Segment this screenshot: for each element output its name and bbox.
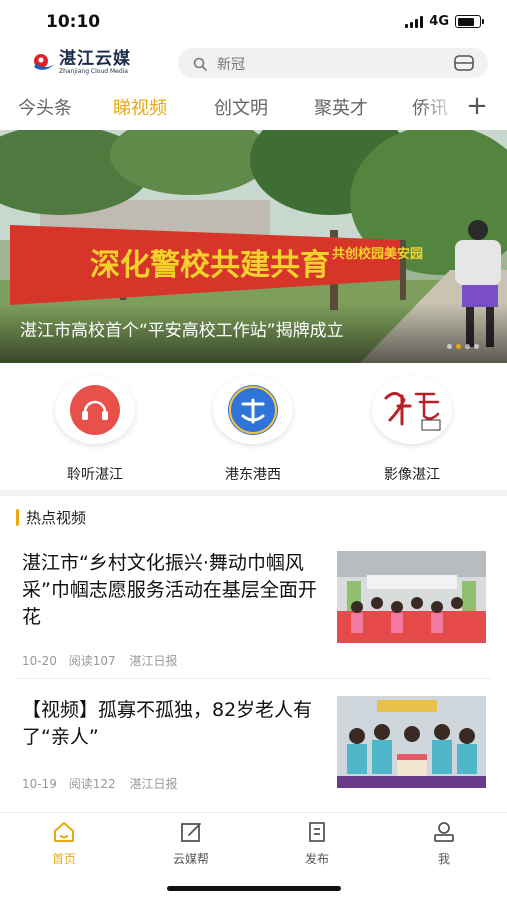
battery-icon: [455, 15, 484, 28]
news-date: 10-19: [22, 777, 57, 791]
search-icon: [193, 56, 207, 75]
scan-icon[interactable]: [454, 55, 474, 75]
entry-listen[interactable]: 聆听湛江: [40, 376, 150, 484]
tab-civilization[interactable]: 创文明: [214, 94, 268, 120]
news-title[interactable]: 湛江市“乡村文化振兴·舞动巾帼风采”巾帼志愿服务活动在基层全面开花: [22, 550, 322, 631]
section-divider: [0, 490, 507, 496]
publish-icon: [277, 821, 357, 845]
logo-subtext: Zhanjiang Cloud Media: [59, 68, 128, 75]
banner-caption[interactable]: 湛江市高校首个“平安高校工作站”揭牌成立: [20, 316, 344, 341]
news-meta: 10-20 阅读107 湛江日报: [22, 652, 177, 669]
status-time: 10:10: [46, 12, 101, 32]
section-header: 热点视频: [16, 506, 86, 528]
home-icon: [24, 821, 104, 845]
app-header: 湛江云媒 Zhanjiang Cloud Media 新冠: [0, 44, 507, 84]
banner-scene-text: 深化警校共建共育: [90, 248, 330, 283]
banner-scene-text-small: 共创校园美安园: [332, 246, 423, 262]
carousel-indicator: [447, 344, 479, 349]
entry-harbor[interactable]: 港东港西: [198, 376, 308, 484]
nav-publish[interactable]: 发布: [277, 821, 357, 867]
channel-tabs: 今头条 睇视频 创文明 聚英才 侨讯 +: [0, 90, 507, 126]
carousel-dot[interactable]: [447, 344, 452, 349]
news-source: 湛江日报: [129, 777, 178, 791]
carousel-dot[interactable]: [456, 344, 461, 349]
nav-publish-label: 发布: [304, 852, 329, 866]
listen-icon: [70, 385, 120, 435]
news-reads: 阅读107: [68, 654, 116, 668]
news-reads: 阅读122: [68, 777, 116, 791]
status-bar: 10:10 4G: [0, 0, 507, 44]
nav-me[interactable]: 我: [404, 821, 484, 867]
tab-video[interactable]: 睇视频: [113, 94, 167, 120]
edit-icon: [151, 821, 231, 845]
nav-me-label: 我: [437, 852, 450, 866]
user-icon: [404, 821, 484, 845]
entry-image[interactable]: 影像湛江: [357, 376, 467, 484]
plus-icon[interactable]: +: [464, 90, 490, 124]
logo-text: 湛江云媒: [59, 49, 131, 69]
nav-yunmeibang[interactable]: 云媒帮: [151, 821, 231, 867]
tab-jintoutiao[interactable]: 今头条: [18, 94, 72, 120]
search-input[interactable]: 新冠: [178, 48, 488, 78]
signal-icon: [405, 15, 424, 28]
home-indicator: [167, 886, 341, 891]
app-logo: 湛江云媒 Zhanjiang Cloud Media: [32, 50, 131, 76]
entry-harbor-label: 港东港西: [225, 467, 281, 483]
news-title[interactable]: 【视频】孤寡不孤独，82岁老人有了“亲人”: [22, 697, 322, 751]
harbor-icon: [228, 385, 278, 435]
logo-mark-icon: [32, 52, 56, 74]
bottom-nav: 首页 云媒帮 发布 我: [0, 812, 507, 868]
banner-carousel[interactable]: 深化警校共建共育 共创校园美安园 湛江市高校首个“平安高校工作站”揭牌成立: [0, 130, 507, 363]
entry-image-label: 影像湛江: [384, 467, 440, 483]
news-date: 10-20: [22, 654, 57, 668]
carousel-dot[interactable]: [465, 344, 470, 349]
search-placeholder: 新冠: [217, 57, 245, 73]
quick-entries: 聆听湛江 港东港西 影像湛江: [0, 370, 507, 488]
tab-talent[interactable]: 聚英才: [314, 94, 368, 120]
nav-home[interactable]: 首页: [24, 821, 104, 867]
carousel-dot[interactable]: [474, 344, 479, 349]
image-logo-icon: [384, 392, 441, 431]
nav-yunmeibang-label: 云媒帮: [172, 852, 209, 866]
entry-listen-label: 聆听湛江: [67, 467, 123, 483]
network-type: 4G: [429, 14, 449, 29]
section-title: 热点视频: [26, 508, 87, 527]
status-indicators: 4G: [405, 14, 484, 29]
news-thumbnail[interactable]: [337, 696, 486, 788]
news-thumbnail[interactable]: [337, 551, 486, 643]
nav-home-label: 首页: [51, 852, 76, 866]
news-meta: 10-19 阅读122 湛江日报: [22, 775, 177, 792]
news-source: 湛江日报: [129, 654, 178, 668]
